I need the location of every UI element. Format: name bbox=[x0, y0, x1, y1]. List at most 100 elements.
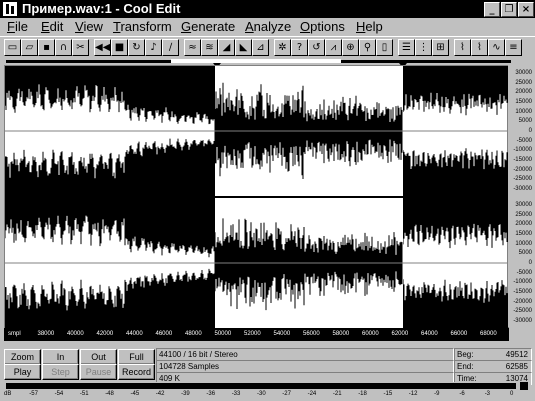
headphones-icon[interactable]: ∩ bbox=[55, 39, 72, 56]
db-tick-label: 0 bbox=[510, 391, 514, 397]
menu-options-label: ptions bbox=[310, 19, 345, 34]
zoom-in-button[interactable]: In bbox=[42, 349, 79, 365]
ch2-amp-label: 10000 bbox=[515, 240, 532, 247]
ch1-amp-label: -30000 bbox=[513, 186, 532, 192]
gear-icon[interactable]: ✲ bbox=[274, 39, 291, 56]
time-tick-label: smpl bbox=[8, 331, 21, 337]
ch1-amp-label: 25000 bbox=[515, 79, 532, 86]
time-tick-label: 38000 bbox=[37, 331, 55, 337]
menu-options[interactable]: Options bbox=[300, 19, 345, 35]
zoom-button[interactable]: Zoom bbox=[4, 349, 41, 365]
level-meter: dB -57 -54 -51 -48 -45 -42 -39 -36 -33 -30 -27 -24 -2… bbox=[4, 382, 531, 399]
menu-analyze[interactable]: Analyze bbox=[245, 19, 291, 35]
begin-value: 49512 bbox=[505, 350, 528, 359]
app-icon[interactable] bbox=[3, 2, 17, 16]
zoom-full-button[interactable]: Full bbox=[118, 349, 155, 365]
loop-icon[interactable]: ↻ bbox=[128, 39, 145, 56]
time-tick-label: 54000 bbox=[273, 331, 291, 337]
save-icon[interactable]: ▪ bbox=[38, 39, 55, 56]
menu-help[interactable]: Help bbox=[356, 19, 383, 35]
restore-button[interactable]: ❐ bbox=[501, 2, 517, 17]
envelope-icon[interactable]: ⩘ bbox=[325, 39, 342, 56]
minimize-button[interactable]: _ bbox=[484, 2, 500, 17]
refresh-icon[interactable]: ↺ bbox=[308, 39, 325, 56]
end-value: 62585 bbox=[505, 362, 528, 371]
zoom-out-button[interactable]: Out bbox=[80, 349, 117, 365]
stop-icon[interactable]: ■ bbox=[111, 39, 128, 56]
left-channel-waveform[interactable] bbox=[4, 66, 508, 196]
note-icon[interactable]: ♪ bbox=[145, 39, 162, 56]
cut-icon[interactable]: ✂ bbox=[72, 39, 89, 56]
ch1-amp-label: 5000 bbox=[518, 118, 532, 125]
menu-edit-key: E bbox=[41, 19, 50, 34]
list-icon[interactable]: ☰ bbox=[398, 39, 415, 56]
record-button[interactable]: Record bbox=[118, 364, 155, 380]
left-channel[interactable] bbox=[4, 66, 508, 196]
fade-in-icon[interactable]: ◢ bbox=[218, 39, 235, 56]
time-tick-label: 44000 bbox=[126, 331, 143, 337]
open-file-icon[interactable]: ▱ bbox=[21, 39, 38, 56]
amplify-icon[interactable]: ⊿ bbox=[252, 39, 269, 56]
ch1-amp-label: -15000 bbox=[513, 157, 532, 163]
wave-view-icon[interactable]: ∿ bbox=[488, 39, 505, 56]
right-channel[interactable] bbox=[4, 198, 508, 328]
close-button[interactable]: × bbox=[518, 2, 534, 17]
db-tick-label: -18 bbox=[358, 391, 367, 397]
time-tick-label: 48000 bbox=[185, 331, 202, 337]
title-bar[interactable]: Пример.wav:1 - Cool Edit _ ❐ × bbox=[0, 0, 535, 18]
level-meter-bar bbox=[6, 383, 516, 389]
time-tick-label: 58000 bbox=[332, 331, 350, 337]
new-file-icon[interactable]: ▭ bbox=[4, 39, 21, 56]
db-tick-label: dB bbox=[4, 391, 12, 397]
time-tick-label: 52000 bbox=[244, 331, 261, 337]
menu-file[interactable]: File bbox=[7, 19, 28, 35]
ch1-amp-label: 20000 bbox=[515, 89, 532, 96]
menu-view[interactable]: View bbox=[75, 19, 103, 35]
begin-label: Beg: bbox=[457, 350, 474, 359]
filter-icon[interactable]: ⊞ bbox=[432, 39, 449, 56]
time-tick-label: 46000 bbox=[155, 331, 173, 337]
menu-generate-label: enerate bbox=[191, 19, 236, 34]
ch2-amp-label: 5000 bbox=[518, 250, 532, 257]
right-channel-waveform[interactable] bbox=[4, 198, 508, 328]
skip-back-icon[interactable]: ◀◀ bbox=[94, 39, 111, 56]
spectrum-b-icon[interactable]: ⌇ bbox=[471, 39, 488, 56]
ch2-amp-label: -15000 bbox=[513, 289, 532, 295]
spectrum-a-icon[interactable]: ⌇ bbox=[454, 39, 471, 56]
play-button[interactable]: Play bbox=[4, 364, 41, 380]
db-tick-label: -3 bbox=[484, 391, 491, 397]
menu-edit[interactable]: Edit bbox=[41, 19, 63, 35]
menu-file-key: F bbox=[7, 19, 15, 34]
step-button[interactable]: Step bbox=[42, 364, 79, 380]
time-tick-label: 42000 bbox=[96, 331, 114, 337]
zoom-icon[interactable]: ⊕ bbox=[342, 39, 359, 56]
db-tick-label: -36 bbox=[206, 391, 216, 397]
waveform-edit-icon[interactable]: ∕ bbox=[162, 39, 179, 56]
db-tick-label: -33 bbox=[231, 391, 241, 397]
menu-bar: File Edit View Transform Generate Analyz… bbox=[0, 18, 535, 36]
question-icon[interactable]: ? bbox=[291, 39, 308, 56]
menu-transform[interactable]: Transform bbox=[113, 19, 172, 35]
menu-transform-label: ransform bbox=[120, 19, 172, 34]
fade-out-icon[interactable]: ◣ bbox=[235, 39, 252, 56]
db-tick-label: -21 bbox=[332, 391, 342, 397]
waveform-a-icon[interactable]: ≈ bbox=[184, 39, 201, 56]
document-icon[interactable]: ▯ bbox=[376, 39, 393, 56]
end-label: End: bbox=[457, 362, 474, 371]
menu-generate[interactable]: Generate bbox=[181, 19, 235, 35]
grid-icon[interactable]: ⋮ bbox=[415, 39, 432, 56]
menu-options-key: O bbox=[300, 19, 311, 34]
ch1-amp-label: -25000 bbox=[513, 176, 532, 183]
ch2-amp-label: -30000 bbox=[513, 318, 532, 324]
waveform-display[interactable] bbox=[4, 65, 509, 329]
waveform-b-icon[interactable]: ≋ bbox=[201, 39, 218, 56]
db-tick-label: -9 bbox=[434, 391, 440, 397]
overview-bar[interactable] bbox=[0, 58, 535, 65]
clip-indicator[interactable] bbox=[520, 382, 528, 390]
time-ruler: smpl 38000 40000 42000 44000 46000 48000 50000 5… bbox=[4, 328, 509, 341]
pause-button[interactable]: Pause bbox=[80, 364, 117, 380]
magnify-icon[interactable]: ⚲ bbox=[359, 39, 376, 56]
multi-wave-icon[interactable]: ≡ bbox=[505, 39, 522, 56]
overview-visible-range[interactable] bbox=[171, 59, 341, 63]
window-title: Пример.wav:1 - Cool Edit bbox=[22, 1, 181, 16]
